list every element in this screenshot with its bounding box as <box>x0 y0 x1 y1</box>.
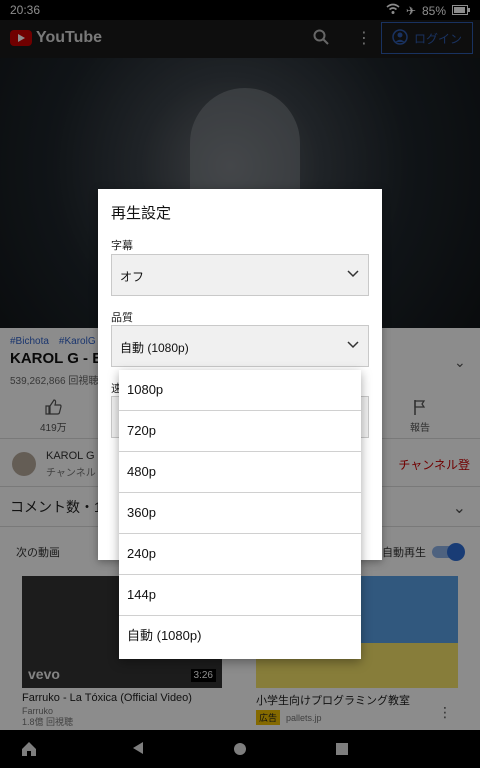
quality-option[interactable]: 240p <box>119 534 361 575</box>
quality-option[interactable]: 360p <box>119 493 361 534</box>
captions-label: 字幕 <box>111 240 133 252</box>
captions-select[interactable]: オフ <box>111 254 369 296</box>
quality-option[interactable]: 720p <box>119 411 361 452</box>
quality-label: 品質 <box>111 312 133 324</box>
quality-value: 自動 (1080p) <box>120 341 189 355</box>
quality-option[interactable]: 1080p <box>119 370 361 411</box>
quality-option[interactable]: 自動 (1080p) <box>119 616 361 657</box>
quality-select[interactable]: 自動 (1080p) <box>111 325 369 367</box>
quality-option[interactable]: 480p <box>119 452 361 493</box>
quality-dropdown: 1080p 720p 480p 360p 240p 144p 自動 (1080p… <box>119 370 361 659</box>
dialog-title: 再生設定 <box>111 205 172 222</box>
captions-value: オフ <box>120 270 145 284</box>
chevron-down-icon <box>346 337 360 354</box>
chevron-down-icon <box>346 266 360 283</box>
quality-option[interactable]: 144p <box>119 575 361 616</box>
